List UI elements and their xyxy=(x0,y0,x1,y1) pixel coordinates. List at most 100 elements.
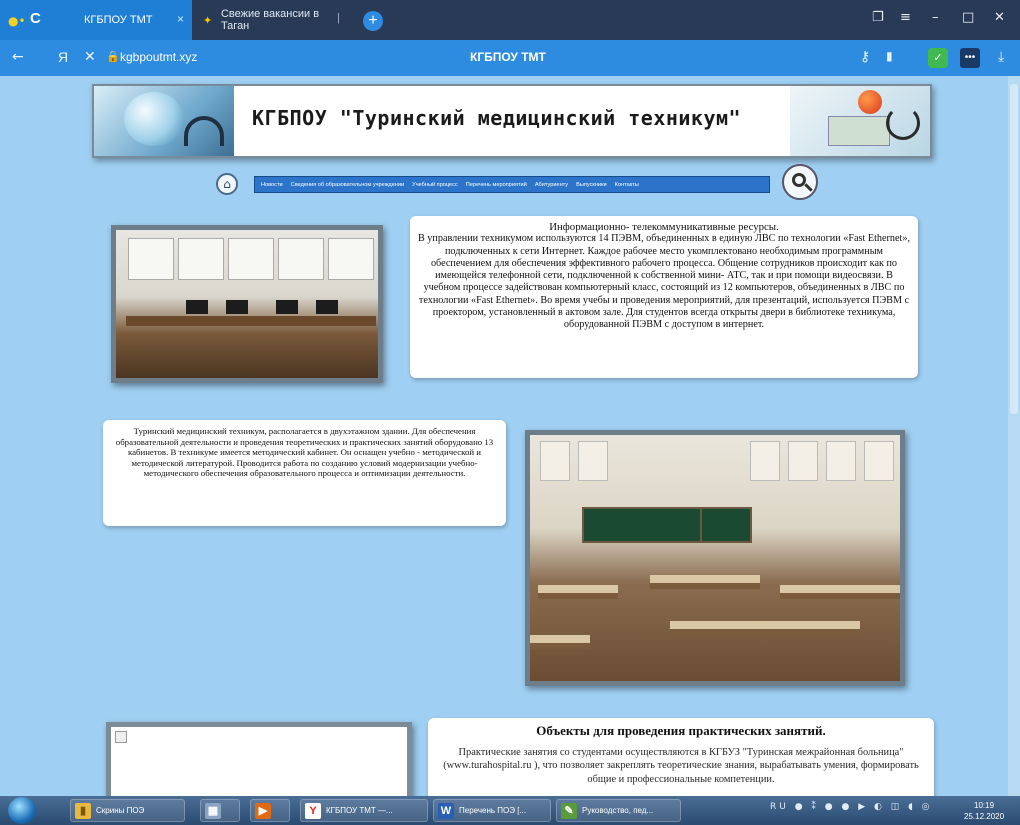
start-button[interactable] xyxy=(8,797,36,824)
photo-chalkboard xyxy=(700,507,752,543)
photo-poster xyxy=(826,441,856,481)
photo-monitor xyxy=(276,300,298,314)
url-field[interactable]: kgbpoutmt.xyz xyxy=(120,50,197,64)
system-tray[interactable]: RU ● ⁑ ● ● ▶ ◐ ◫ ◖ ◎ xyxy=(770,802,933,812)
nav-item-graduates[interactable]: Выпускники xyxy=(576,182,607,188)
media-player-icon: ▶ xyxy=(255,802,271,819)
word-icon: W xyxy=(438,802,454,819)
photo-table xyxy=(538,585,618,599)
tab-title: Свежие вакансии в Таган xyxy=(220,8,320,32)
taskbar-browser[interactable]: Y КГБПОУ ТМТ —... xyxy=(300,799,428,822)
stethoscope-icon xyxy=(886,106,920,140)
taskbar-folder[interactable]: ▮ Скрины ПОЭ xyxy=(70,799,185,822)
photo-poster xyxy=(540,441,570,481)
taskbar-label: Скрины ПОЭ xyxy=(96,806,145,815)
address-bar: ← Я ✕ 🔒 kgbpoutmt.xyz КГБПОУ ТМТ ⚷ ▮ ✓ •… xyxy=(0,40,1020,76)
nav-item-news[interactable]: Новости xyxy=(261,182,283,188)
scrollbar[interactable] xyxy=(1008,76,1020,796)
tab-c-icon: C xyxy=(30,10,41,27)
maximize-icon[interactable]: □ xyxy=(962,10,974,25)
tabs-icon[interactable]: ❐ xyxy=(872,10,884,25)
taskbar-word[interactable]: W Перечень ПОЭ [... xyxy=(433,799,551,822)
practice-body: Практические занятия со студентами осуще… xyxy=(443,746,919,785)
clock-time: 10:19 xyxy=(974,801,995,810)
key-icon[interactable]: ⚷ xyxy=(860,49,870,65)
building-text: Туринский медицинский техникум, располаг… xyxy=(103,420,506,526)
close-tab-icon[interactable]: × xyxy=(177,12,184,26)
home-button[interactable]: ⌂ xyxy=(216,173,238,195)
globe-icon xyxy=(124,92,184,146)
taskbar-label: Руководство, пед... xyxy=(582,806,654,815)
broken-image-placeholder xyxy=(106,722,412,802)
clock-date: 25.12.2020 xyxy=(964,812,1005,821)
photo-board xyxy=(128,238,174,280)
favicon-icon: ✦ xyxy=(203,14,213,27)
site-title: КГБПОУ "Туринский медицинский техникум" xyxy=(252,106,742,130)
photo-board xyxy=(178,238,224,280)
scrollbar-thumb[interactable] xyxy=(1010,84,1018,414)
it-resources-text: Информационно- телекоммуникативные ресур… xyxy=(410,216,918,378)
bookmark-icon[interactable]: ▮ xyxy=(886,49,893,63)
practice-objects-text: Объекты для проведения практических заня… xyxy=(428,718,934,802)
stethoscope-icon xyxy=(184,116,224,146)
close-tab-icon[interactable]: | xyxy=(337,12,340,24)
practice-heading: Объекты для проведения практических заня… xyxy=(536,723,826,738)
nav-item-events[interactable]: Перечень мероприятий xyxy=(466,182,527,188)
taskbar-manual[interactable]: ✎ Руководство, пед... xyxy=(556,799,681,822)
new-tab-button[interactable]: + xyxy=(363,11,383,31)
close-icon[interactable]: ✕ xyxy=(84,49,96,65)
language-indicator[interactable]: RU xyxy=(770,802,789,812)
yandex-icon[interactable]: Я xyxy=(58,49,68,65)
site-banner: КГБПОУ "Туринский медицинский техникум" xyxy=(92,84,932,158)
photo-poster xyxy=(864,441,894,481)
building-body: Туринский медицинский техникум, располаг… xyxy=(115,426,494,479)
photo-table xyxy=(530,635,590,649)
taskbar-calculator[interactable]: ▦ xyxy=(200,799,240,822)
photo-chalkboard xyxy=(582,507,702,543)
taskbar-label: Перечень ПОЭ [... xyxy=(459,806,527,815)
classroom-photo xyxy=(525,430,905,686)
page-title: КГБПОУ ТМТ xyxy=(470,50,546,64)
photo-poster xyxy=(578,441,608,481)
document-icon: ✎ xyxy=(561,802,577,819)
close-window-icon[interactable]: ✕ xyxy=(994,10,1005,25)
photo-monitor xyxy=(186,300,208,314)
download-icon[interactable]: ⤓ xyxy=(998,49,1004,65)
main-nav: Новости Сведения об образовательном учре… xyxy=(254,176,770,193)
photo-poster xyxy=(750,441,780,481)
photo-board xyxy=(328,238,374,280)
folder-icon: ▮ xyxy=(75,802,91,819)
calculator-icon: ▦ xyxy=(205,802,221,819)
photo-board xyxy=(228,238,274,280)
computer-class-photo xyxy=(111,225,383,383)
tab-vacancies[interactable]: ✦ Свежие вакансии в Таган | xyxy=(195,0,350,40)
tab-active[interactable]: КГБПОУ ТМТ × xyxy=(72,0,192,40)
tab-title: КГБПОУ ТМТ xyxy=(84,14,153,26)
it-resources-heading: Информационно- телекоммуникативные ресур… xyxy=(549,221,779,233)
banner-right-image xyxy=(790,86,930,156)
taskbar-label: КГБПОУ ТМТ —... xyxy=(326,806,393,815)
browser-tab-bar: ●• C КГБПОУ ТМТ × ✦ Свежие вакансии в Та… xyxy=(0,0,1020,40)
menu-icon[interactable]: ≡ xyxy=(900,10,911,25)
protect-icon[interactable]: ✓ xyxy=(928,48,948,68)
clock[interactable]: 10:19 25.12.2020 xyxy=(964,800,1004,822)
yandex-browser-icon: Y xyxy=(305,802,321,819)
extension-icon[interactable]: ••• xyxy=(960,48,980,68)
search-button[interactable] xyxy=(782,164,818,200)
apple-icon xyxy=(858,90,882,114)
browser-menu-button[interactable]: ●• C xyxy=(0,0,72,40)
photo-board xyxy=(278,238,324,280)
minimize-icon[interactable]: – xyxy=(932,10,939,25)
nav-item-contacts[interactable]: Контакты xyxy=(615,182,639,188)
photo-table xyxy=(670,621,860,635)
back-icon[interactable]: ← xyxy=(12,49,24,65)
photo-poster xyxy=(788,441,818,481)
nav-item-study[interactable]: Учебный процесс xyxy=(412,182,458,188)
photo-table xyxy=(650,575,760,589)
nav-item-about[interactable]: Сведения об образовательном учреждении xyxy=(291,182,405,188)
browser-logo-icon: ●• xyxy=(8,14,26,28)
taskbar-media[interactable]: ▶ xyxy=(250,799,290,822)
windows-taskbar: ▮ Скрины ПОЭ ▦ ▶ Y КГБПОУ ТМТ —... W Пер… xyxy=(0,796,1020,825)
nav-item-applicants[interactable]: Абитуриенту xyxy=(535,182,568,188)
lock-icon: 🔒 xyxy=(106,50,120,63)
